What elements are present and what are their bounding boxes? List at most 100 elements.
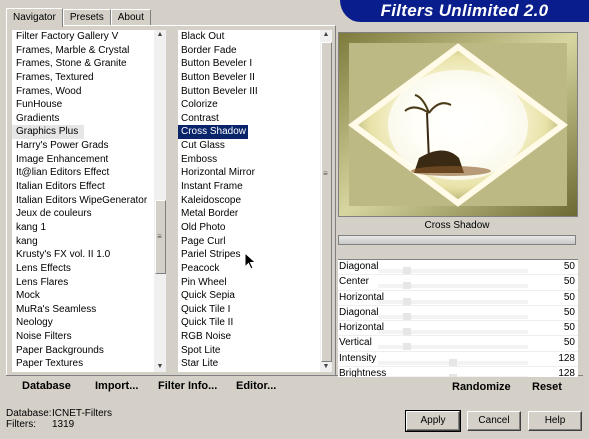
parameter-row[interactable]: Center 50 — [338, 275, 578, 291]
slider-knob[interactable] — [403, 282, 412, 290]
filter-item[interactable]: Horizontal Mirror — [178, 166, 332, 180]
category-item[interactable]: Italian Editors WipeGenerator — [12, 194, 166, 208]
parameter-slider[interactable] — [378, 314, 528, 319]
category-item[interactable]: Neology — [12, 316, 166, 330]
slider-knob[interactable] — [449, 358, 458, 366]
scroll-up-icon[interactable]: ▲ — [154, 30, 166, 40]
category-item[interactable]: Lens Effects — [12, 262, 166, 276]
filter-item[interactable]: RGB Noise — [178, 330, 332, 344]
filter-item[interactable]: Page Curl — [178, 235, 332, 249]
filter-item[interactable]: Quick Tile I — [178, 303, 332, 317]
slider-knob[interactable] — [403, 297, 412, 305]
slider-knob[interactable] — [403, 267, 412, 274]
category-item[interactable]: Paper Textures — [12, 357, 166, 371]
category-list[interactable]: Filter Factory Gallery V Frames, Marble &… — [12, 30, 166, 372]
slider-knob[interactable] — [403, 343, 412, 351]
import-button[interactable]: Import... — [95, 380, 138, 392]
apply-button[interactable]: Apply — [405, 410, 461, 432]
category-item[interactable]: kang — [12, 235, 166, 249]
filter-item[interactable]: Button Beveler I — [178, 57, 332, 71]
filter-scrollbar[interactable]: ▲ ≡ ▼ — [320, 30, 332, 372]
preview-zoom-bar[interactable] — [338, 235, 576, 245]
parameter-slider[interactable] — [378, 345, 528, 350]
filter-item[interactable]: Quick Sepia — [178, 289, 332, 303]
filter-item[interactable]: Star Lite — [178, 357, 332, 371]
app-title-banner: Filters Unlimited 2.0 — [340, 0, 589, 22]
filters-count: 1319 — [52, 419, 75, 430]
parameter-list: Diagonal 50 Center 50 Horizontal 50 Diagonal 50… — [338, 259, 578, 377]
parameter-slider[interactable] — [378, 284, 528, 289]
parameter-value: 50 — [563, 276, 575, 288]
mouse-cursor-icon — [244, 252, 257, 270]
filter-item[interactable]: Spot Lite — [178, 344, 332, 358]
filter-item[interactable]: Quick Tile II — [178, 316, 332, 330]
category-item[interactable]: Jeux de couleurs — [12, 207, 166, 221]
category-scrollbar[interactable]: ▲ ≡ ▼ — [154, 30, 166, 372]
tab-presets[interactable]: Presets — [62, 9, 111, 26]
filter-item[interactable]: Cut Glass — [178, 139, 332, 153]
editor-button[interactable]: Editor... — [236, 380, 276, 392]
scroll-thumb[interactable] — [321, 42, 332, 362]
category-item[interactable]: Frames, Marble & Crystal — [12, 44, 166, 58]
parameter-row[interactable]: Horizontal 50 — [338, 321, 578, 337]
filter-item[interactable]: Black Out — [178, 30, 332, 44]
category-item[interactable]: FunHouse — [12, 98, 166, 112]
filter-item[interactable]: Kaleidoscope — [178, 194, 332, 208]
filter-info-button[interactable]: Filter Info... — [158, 380, 217, 392]
parameter-value: 50 — [563, 322, 575, 334]
filter-item[interactable]: Contrast — [178, 112, 332, 126]
category-item[interactable]: Krusty's FX vol. II 1.0 — [12, 248, 166, 262]
filter-item[interactable]: Button Beveler III — [178, 85, 332, 99]
parameter-value: 50 — [563, 291, 575, 303]
parameter-slider[interactable] — [378, 330, 528, 335]
filter-item[interactable]: Pin Wheel — [178, 276, 332, 290]
category-item[interactable]: kang 1 — [12, 221, 166, 235]
slider-knob[interactable] — [403, 328, 412, 336]
category-item[interactable]: Paper Backgrounds — [12, 344, 166, 358]
scroll-down-icon[interactable]: ▼ — [320, 362, 332, 372]
category-item[interactable]: MuRa's Seamless — [12, 303, 166, 317]
filter-item[interactable]: Border Fade — [178, 44, 332, 58]
category-item[interactable]: Gradients — [12, 112, 166, 126]
reset-button[interactable]: Reset — [532, 381, 562, 393]
category-item[interactable]: Lens Flares — [12, 276, 166, 290]
filter-item[interactable]: Metal Border — [178, 207, 332, 221]
parameter-row[interactable]: Horizontal 50 — [338, 291, 578, 306]
category-item[interactable]: It@lian Editors Effect — [12, 166, 166, 180]
tab-navigator[interactable]: Navigator — [6, 8, 63, 27]
category-item[interactable]: Italian Editors Effect — [12, 180, 166, 194]
category-item[interactable]: Noise Filters — [12, 330, 166, 344]
filter-item[interactable]: Button Beveler II — [178, 71, 332, 85]
category-item[interactable]: Harry's Power Grads — [12, 139, 166, 153]
parameter-row[interactable]: Diagonal 50 — [338, 306, 578, 322]
category-item[interactable]: Frames, Wood — [12, 85, 166, 99]
filter-item[interactable]: Instant Frame — [178, 180, 332, 194]
parameter-value: 50 — [563, 261, 575, 272]
parameter-slider[interactable] — [378, 299, 528, 304]
parameter-row[interactable]: Diagonal 50 — [338, 260, 578, 276]
category-item[interactable]: Graphics Plus — [12, 125, 85, 140]
parameter-row[interactable]: Vertical 50 — [338, 336, 578, 352]
scroll-up-icon[interactable]: ▲ — [320, 30, 332, 40]
randomize-button[interactable]: Randomize — [452, 381, 511, 393]
filter-item[interactable]: Colorize — [178, 98, 332, 112]
filter-item[interactable]: Cross Shadow — [178, 125, 249, 140]
cancel-button[interactable]: Cancel — [467, 411, 521, 431]
category-item[interactable]: Filter Factory Gallery V — [12, 30, 166, 44]
filter-item[interactable]: Old Photo — [178, 221, 332, 235]
category-item[interactable]: Mock — [12, 289, 166, 303]
filter-item[interactable]: Emboss — [178, 153, 332, 167]
parameter-row[interactable]: Intensity 128 — [338, 352, 578, 368]
category-item[interactable]: Frames, Textured — [12, 71, 166, 85]
database-button[interactable]: Database — [22, 380, 71, 392]
scroll-down-icon[interactable]: ▼ — [154, 362, 166, 372]
parameter-slider[interactable] — [378, 269, 528, 273]
slider-knob[interactable] — [403, 312, 412, 320]
parameter-row[interactable]: Brightness 128 — [338, 367, 578, 377]
filter-list[interactable]: Black Out Border Fade Button Beveler I Butt… — [178, 30, 332, 372]
tab-about[interactable]: About — [110, 9, 151, 26]
slider-knob[interactable] — [449, 374, 458, 377]
category-item[interactable]: Frames, Stone & Granite — [12, 57, 166, 71]
category-item[interactable]: Image Enhancement — [12, 153, 166, 167]
help-button[interactable]: Help — [528, 411, 582, 431]
